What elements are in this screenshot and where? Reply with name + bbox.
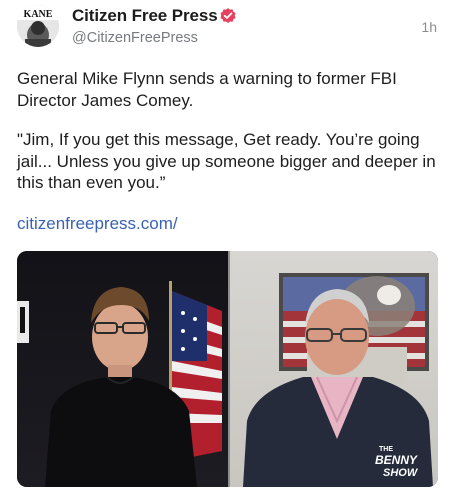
post-video-thumbnail[interactable]: THE BENNY SHOW [17, 251, 438, 487]
post-timestamp: 1h [421, 19, 437, 35]
left-video-panel [17, 251, 228, 487]
watermark-line-1: THE [379, 446, 393, 453]
post-text-paragraph-1: General Mike Flynn sends a warning to fo… [17, 69, 397, 110]
post-card[interactable]: KANE Citizen Free Press @CitizenFreePres… [0, 0, 455, 500]
author-avatar[interactable]: KANE [17, 5, 59, 47]
watermark-line-3: SHOW [383, 467, 419, 479]
avatar-label: KANE [24, 9, 53, 20]
author-display-name[interactable]: Citizen Free Press [72, 6, 218, 26]
watermark-line-2: BENNY [375, 453, 418, 467]
right-video-panel [228, 251, 438, 487]
author-handle[interactable]: @CitizenFreePress [72, 30, 198, 46]
post-link[interactable]: citizenfreepress.com/ [17, 214, 178, 234]
post-text-paragraph-2: "Jim, If you get this message, Get ready… [17, 130, 436, 192]
verified-badge-icon [220, 8, 236, 24]
